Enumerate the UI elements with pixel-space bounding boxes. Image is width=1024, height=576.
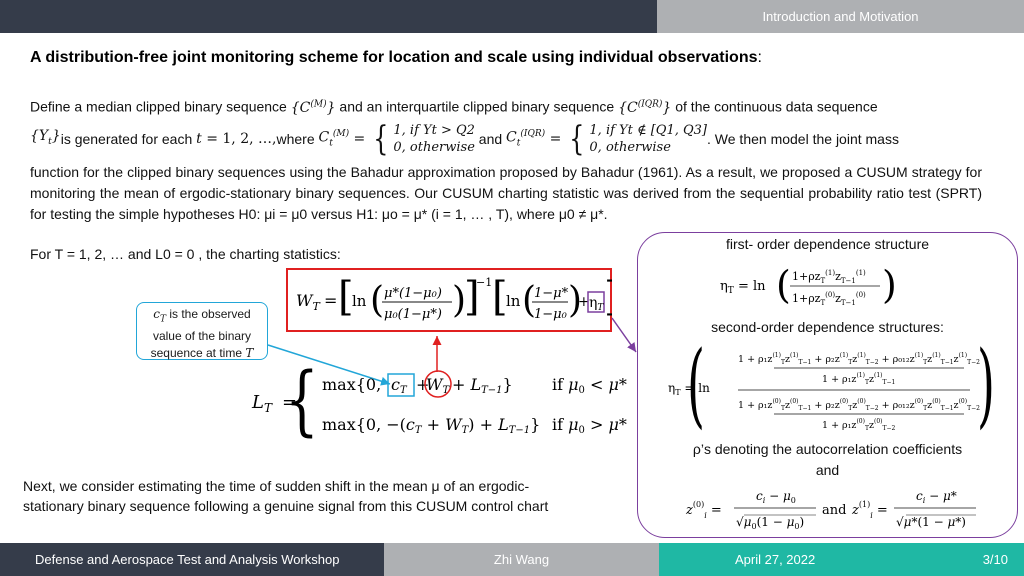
footer-author: Zhi Wang [384, 543, 659, 576]
paren-right-big: ) [977, 340, 995, 439]
footer-event: Defense and Aerospace Test and Analysis … [0, 543, 384, 576]
first-order-title: first- order dependence structure [725, 236, 930, 252]
first-order-formula: ηT = ln ( 1+ρzT(1)zT−1(1) 1+ρzT(0)zT−1(0… [720, 263, 897, 307]
eta-arrow [611, 317, 637, 353]
z1-symbol: z(1)i = [851, 500, 888, 520]
fo-num: 1+ρzT(1)zT−1(1) [792, 269, 866, 285]
and-word: and [822, 503, 846, 518]
so-den-top: 1 + ρ₁z(1)Tz(1)T−1 [822, 372, 895, 386]
lt-row2: max{0, −(cT + WT) + LT−1} [322, 415, 540, 436]
z1-den: √μ*(1 − μ*) [896, 515, 966, 529]
paren-right: ) [882, 263, 897, 307]
fo-den: 1+ρzT(0)zT−1(0) [792, 291, 866, 307]
footer-author-text: Zhi Wang [493, 552, 550, 567]
so-den-bottom: 1 + ρ₁z(0)Tz(0)T−2 [822, 418, 896, 432]
z1-num: ci − μ* [916, 489, 957, 505]
footer-page-number: 3/10 [982, 552, 1008, 567]
conclusion-line-1: Next, we consider estimating the time of… [23, 478, 530, 494]
lt-row1-cond: if μ0 < μ* [552, 375, 627, 396]
rho-text: ρ’s denoting the autocorrelation coeffic… [692, 441, 963, 457]
eta-symbol: ηT = ln [720, 279, 766, 296]
z0-den: √μ0(1 − μ0) [736, 515, 804, 531]
second-order-formula: ηT = ln ( 1 + ρ₁z(1)Tz(1)T−1 + ρ₂z(1)Tz(… [668, 340, 995, 439]
and-text: and [815, 462, 840, 478]
paren-left-big: ( [687, 340, 705, 439]
lt-row1-wt: WT [426, 375, 450, 396]
z0-num: ci − μ0 [756, 489, 796, 505]
footer-event-text: Defense and Aerospace Test and Analysis … [35, 552, 340, 567]
footer-date: April 27, 2022 [735, 552, 816, 567]
paren-left: ( [776, 263, 791, 307]
second-order-title: second-order dependence structures: [711, 319, 944, 335]
lt-formula: LT = { max{0, cT + WT + LT−1} if μ0 < μ*… [251, 360, 627, 445]
footer-date-page: April 27, 2022 3/10 [659, 543, 1024, 576]
conclusion-line-2: stationary binary sequence following a g… [23, 498, 549, 514]
so-num-top: 1 + ρ₁z(1)Tz(1)T−1 + ρ₂z(1)Tz(1)T−2 + ρ₀… [738, 352, 980, 366]
z0-symbol: z(0)i = [685, 500, 722, 520]
lt-row2-cond: if μ0 > μ* [552, 415, 627, 436]
lt-row1-rest: + LT−1} [452, 375, 513, 396]
lt-row1-ct: cT [391, 375, 408, 396]
z-definitions: z(0)i = ci − μ0 √μ0(1 − μ0) and z(1)i = … [685, 489, 976, 531]
lt-brace: { [285, 360, 319, 445]
lt-symbol: LT [251, 392, 273, 415]
so-num-bottom: 1 + ρ₁z(0)Tz(0)T−1 + ρ₂z(0)Tz(0)T−2 + ρ₀… [738, 398, 980, 412]
lt-row1-max: max{0, [322, 375, 381, 394]
